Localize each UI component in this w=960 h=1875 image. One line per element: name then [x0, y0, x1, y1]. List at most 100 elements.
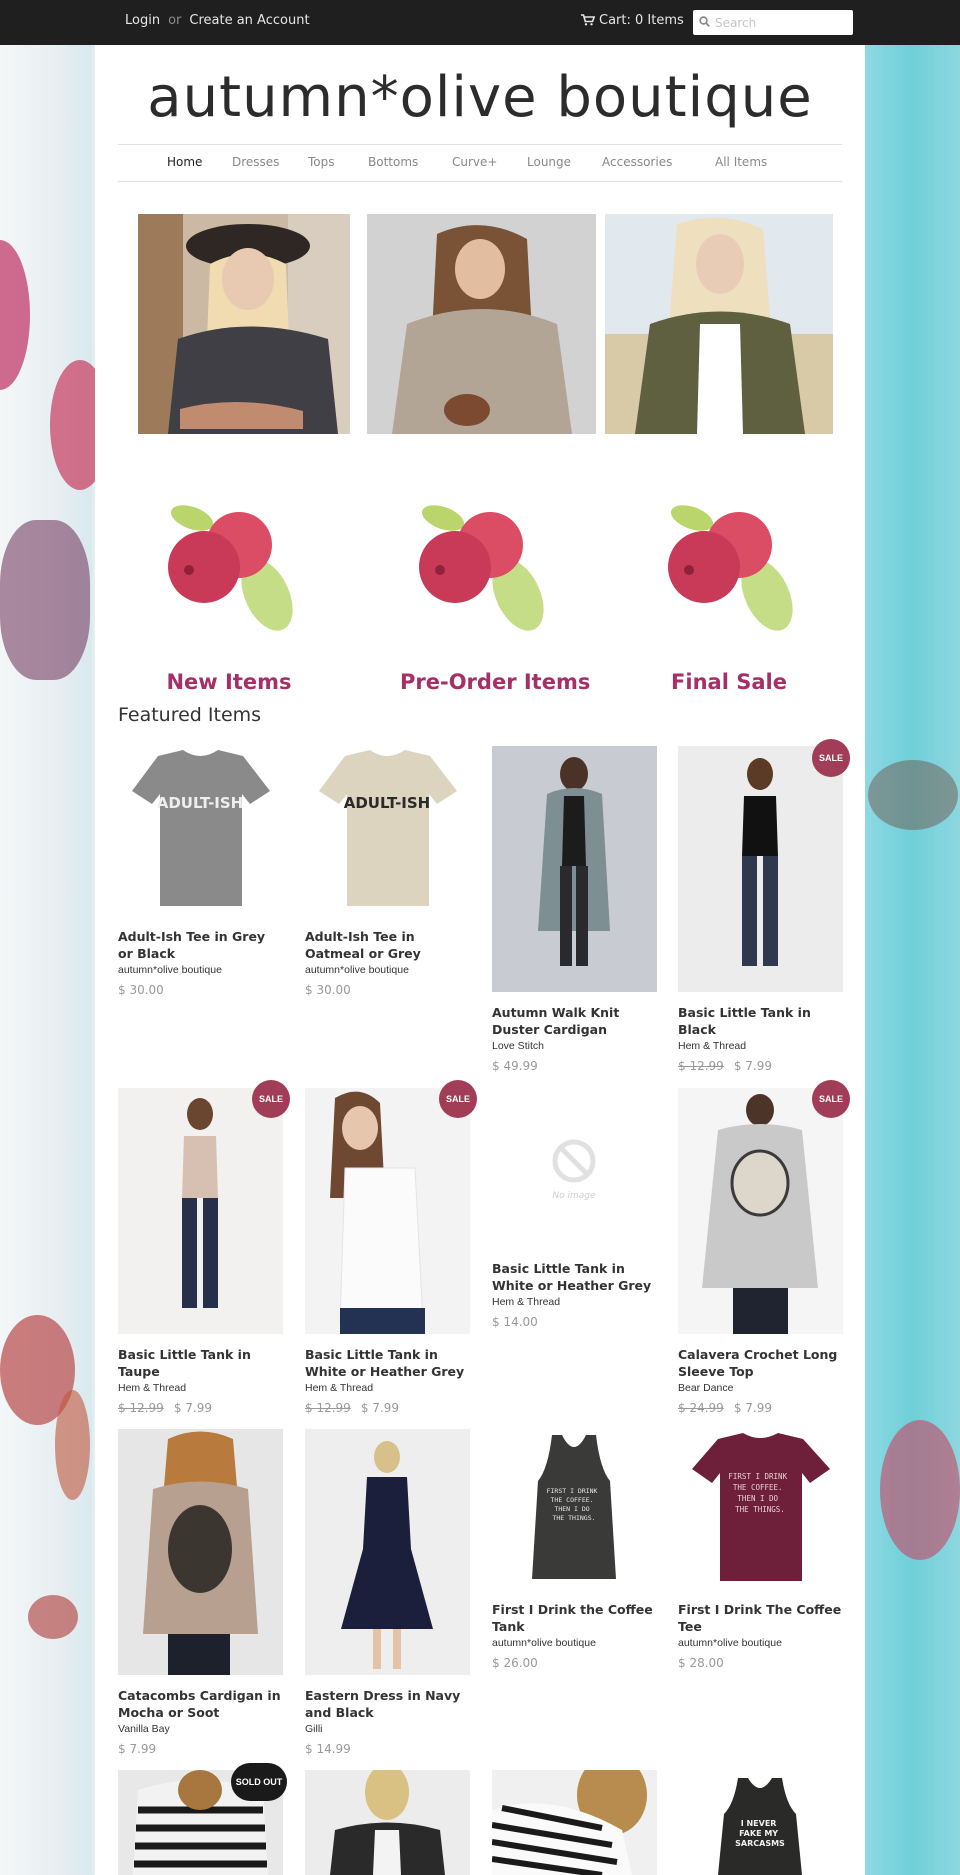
tank-print: I NEVER FAKE MY SARCASMS [735, 1819, 785, 1848]
product-price: $ 12.99 $ 7.99 [678, 1059, 843, 1073]
product-card[interactable]: Basic Little Tank in White or Heather Gr… [305, 1088, 470, 1415]
product-card[interactable]: No image Basic Little Tank in White or H… [492, 1088, 657, 1329]
product-card[interactable] [305, 1770, 470, 1875]
product-price: $ 12.99 $ 7.99 [305, 1401, 470, 1415]
product-price: $ 14.99 [305, 1742, 470, 1756]
product-name[interactable]: Basic Little Tank in Black [678, 1004, 843, 1038]
collection-pre-order-items[interactable]: Pre-Order Items [400, 500, 590, 700]
tank-print-line: THE COFFEE. [551, 1496, 594, 1504]
nav-lounge[interactable]: Lounge [527, 155, 571, 169]
product-price-current: $ 7.99 [733, 1401, 772, 1415]
product-vendor: Love Stitch [492, 1040, 544, 1052]
product-price-current: $ 7.99 [173, 1401, 212, 1415]
product-name[interactable]: Catacombs Cardigan in Mocha or Soot [118, 1687, 283, 1721]
product-name[interactable]: Autumn Walk Knit Duster Cardigan [492, 1004, 657, 1038]
product-card[interactable]: Calavera Crochet Long Sleeve Top Bear Da… [678, 1088, 843, 1415]
search-input[interactable] [713, 13, 851, 33]
product-price-original: $ 12.99 [305, 1401, 351, 1415]
product-image[interactable] [678, 1088, 843, 1334]
nav-curve[interactable]: Curve+ [452, 155, 497, 169]
product-card[interactable]: ADULT-ISH Adult-Ish Tee in Oatmeal or Gr… [305, 746, 470, 997]
nav-all-items[interactable]: All Items [715, 155, 767, 169]
product-name[interactable]: Basic Little Tank in Taupe [118, 1346, 283, 1380]
product-image[interactable] [492, 746, 657, 992]
product-image[interactable] [305, 1088, 470, 1334]
berry-icon [419, 505, 544, 631]
product-price-original: $ 24.99 [678, 1401, 724, 1415]
product-image[interactable] [118, 1429, 283, 1675]
cart-link[interactable]: Cart: 0 Items [581, 13, 684, 28]
background-berry [28, 1595, 78, 1639]
product-card[interactable]: Eastern Dress in Navy and Black Gilli $ … [305, 1429, 470, 1756]
product-image[interactable] [305, 1770, 470, 1875]
product-image[interactable]: ADULT-ISH [118, 746, 283, 916]
product-image[interactable] [678, 746, 843, 992]
collection-label: Final Sale [671, 670, 787, 694]
no-image-text: No image [552, 1191, 596, 1201]
main-nav: Home Dresses Tops Bottoms Curve+ Lounge … [118, 144, 842, 182]
product-image[interactable]: FIRST I DRINK THE COFFEE. THEN I DO THE … [492, 1429, 657, 1589]
product-name[interactable]: Adult-Ish Tee in Oatmeal or Grey [305, 928, 470, 962]
tee-print: ADULT-ISH [344, 794, 431, 812]
product-vendor: Hem & Thread [492, 1296, 561, 1308]
product-card[interactable]: Catacombs Cardigan in Mocha or Soot Vani… [118, 1429, 283, 1756]
product-card[interactable]: Basic Little Tank in Black Hem & Thread … [678, 746, 843, 1073]
tee-print-line: THEN I DO [737, 1494, 778, 1503]
store-logo[interactable]: autumn*olive boutique [95, 65, 865, 130]
collection-final-sale[interactable]: Final Sale [649, 500, 809, 700]
product-name[interactable]: Basic Little Tank in White or Heather Gr… [492, 1260, 657, 1294]
product-card[interactable]: Basic Little Tank in Taupe Hem & Thread … [118, 1088, 283, 1415]
product-image[interactable]: I NEVER FAKE MY SARCASMS [678, 1770, 843, 1875]
product-image[interactable] [492, 1770, 657, 1875]
product-price: $ 28.00 [678, 1656, 843, 1670]
background-branch [0, 520, 90, 680]
product-card[interactable]: FIRST I DRINK THE COFFEE. THEN I DO THE … [492, 1429, 657, 1670]
product-card[interactable]: ADULT-ISH Adult-Ish Tee in Grey or Black… [118, 746, 283, 997]
product-price-current: $ 49.99 [492, 1059, 538, 1073]
cart-icon [581, 14, 596, 26]
nav-bottoms[interactable]: Bottoms [368, 155, 418, 169]
product-name[interactable]: Eastern Dress in Navy and Black [305, 1687, 470, 1721]
product-card[interactable] [492, 1770, 657, 1875]
product-image[interactable]: No image [492, 1088, 657, 1248]
product-image[interactable] [305, 1429, 470, 1675]
product-name[interactable]: First I Drink the Coffee Tank [492, 1601, 657, 1635]
product-card[interactable]: Autumn Walk Knit Duster Cardigan Love St… [492, 746, 657, 1073]
collection-new-items[interactable]: New Items [149, 500, 309, 700]
product-price: $ 14.00 [492, 1315, 657, 1329]
nav-accessories[interactable]: Accessories [602, 155, 672, 169]
nav-tops[interactable]: Tops [308, 155, 335, 169]
product-price-current: $ 30.00 [305, 983, 351, 997]
product-card[interactable]: FIRST I DRINK THE COFFEE. THEN I DO THE … [678, 1429, 843, 1670]
product-name[interactable]: Adult-Ish Tee in Grey or Black [118, 928, 283, 962]
product-vendor: Hem & Thread [118, 1382, 187, 1394]
login-link[interactable]: Login [125, 13, 160, 28]
product-vendor: autumn*olive boutique [305, 964, 409, 976]
nav-dresses[interactable]: Dresses [232, 155, 279, 169]
banner-photo-1[interactable] [138, 214, 350, 434]
banner-photo-2[interactable] [367, 214, 596, 434]
product-price: $ 49.99 [492, 1059, 657, 1073]
background-berry [55, 1390, 90, 1500]
product-price-original: $ 12.99 [118, 1401, 164, 1415]
product-image[interactable]: FIRST I DRINK THE COFFEE. THEN I DO THE … [678, 1429, 843, 1589]
sale-badge: SALE [812, 1080, 850, 1118]
search-box [693, 10, 853, 35]
or-separator: or [168, 13, 182, 28]
tank-print-line: FAKE MY [739, 1829, 778, 1838]
tank-print-line: THE THINGS. [552, 1514, 595, 1522]
product-price: $ 24.99 $ 7.99 [678, 1401, 843, 1415]
product-vendor: autumn*olive boutique [118, 964, 222, 976]
product-name[interactable]: First I Drink The Coffee Tee [678, 1601, 843, 1635]
product-name[interactable]: Calavera Crochet Long Sleeve Top [678, 1346, 843, 1380]
tee-print: ADULT-ISH [157, 794, 244, 812]
nav-home[interactable]: Home [167, 155, 202, 169]
product-image[interactable] [118, 1088, 283, 1334]
product-image[interactable]: ADULT-ISH [305, 746, 470, 916]
product-price: $ 7.99 [118, 1742, 283, 1756]
create-account-link[interactable]: Create an Account [189, 13, 309, 28]
product-name[interactable]: Basic Little Tank in White or Heather Gr… [305, 1346, 470, 1380]
product-card[interactable]: I NEVER FAKE MY SARCASMS [678, 1770, 843, 1875]
banner-photo-3[interactable] [605, 214, 833, 434]
cart-label: Cart: 0 Items [599, 13, 684, 28]
